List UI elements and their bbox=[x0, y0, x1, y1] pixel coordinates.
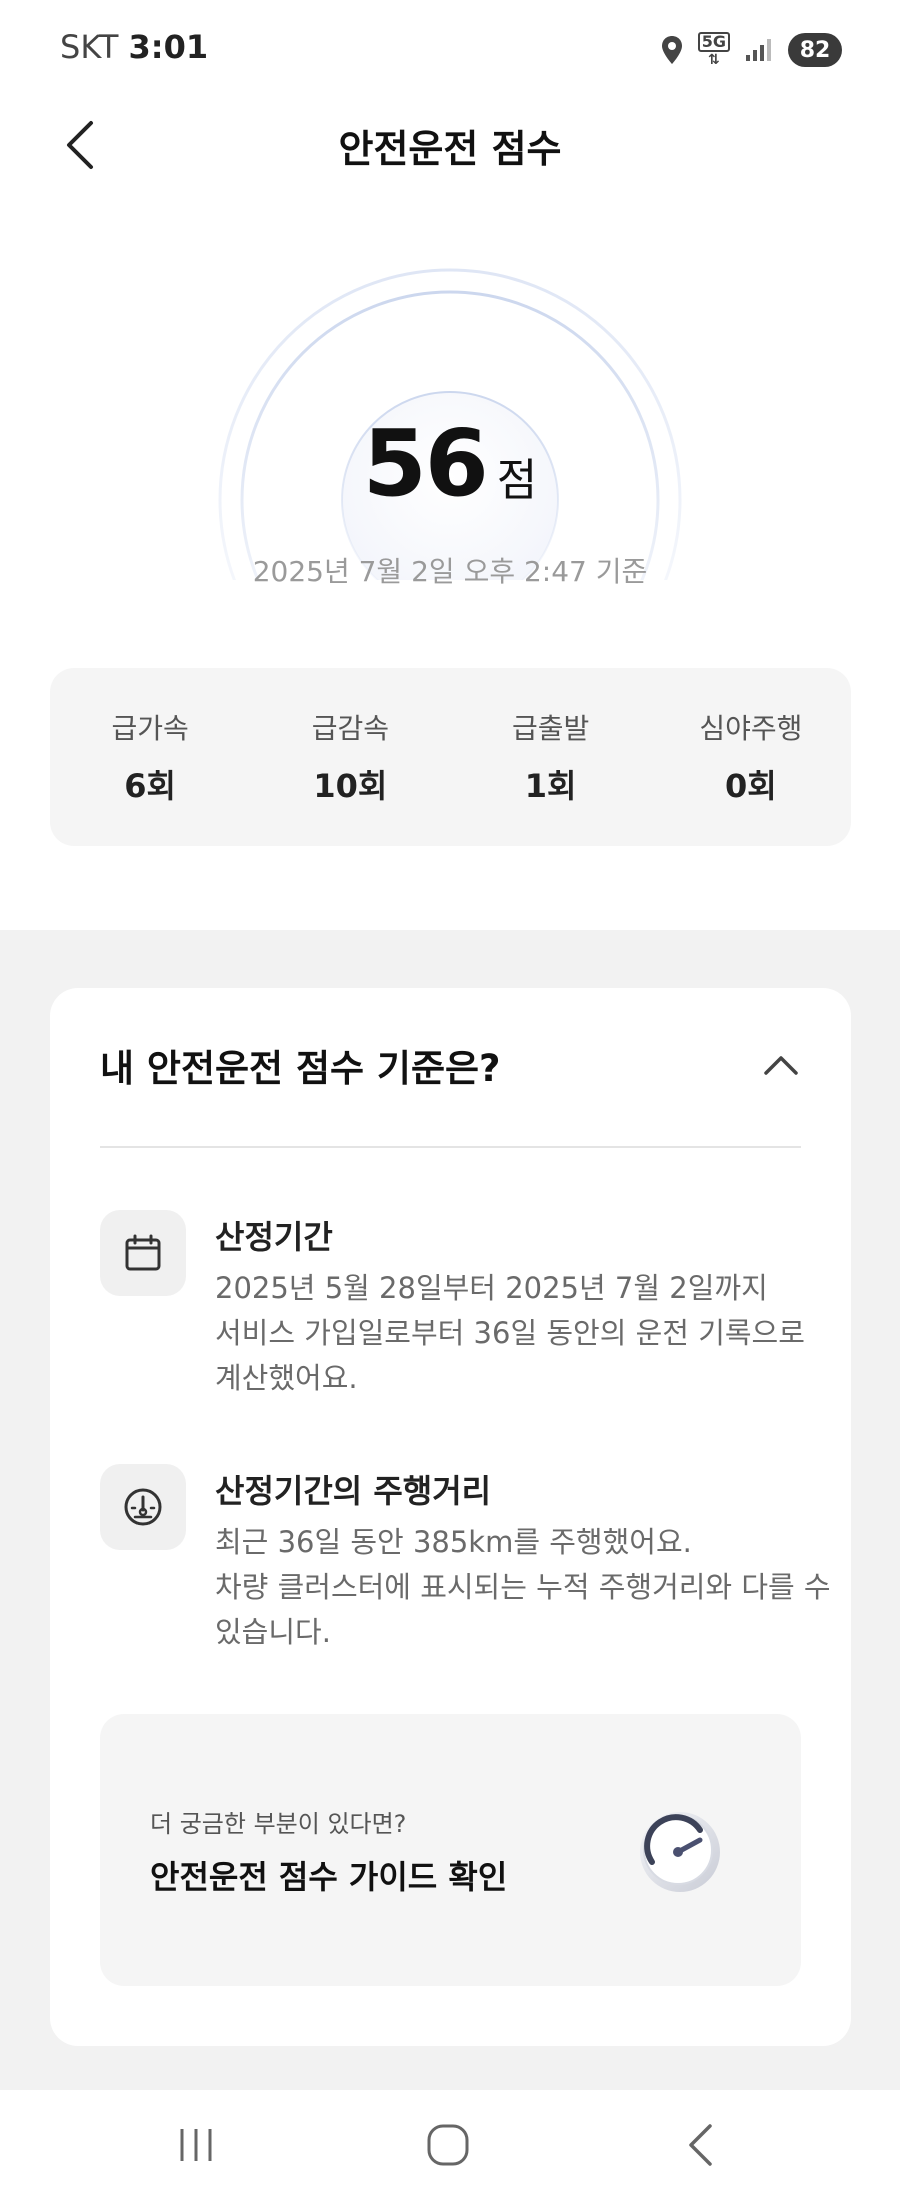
criteria-title[interactable]: 내 안전운전 점수 기준은? bbox=[100, 1038, 501, 1092]
stat-rapid-start: 급출발 1회 bbox=[451, 668, 651, 846]
stat-rapid-acceleration: 급가속 6회 bbox=[50, 668, 250, 846]
stat-value: 10회 bbox=[313, 767, 388, 805]
collapse-button[interactable] bbox=[756, 1040, 806, 1090]
event-stats-panel: 급가속 6회 급감속 10회 급출발 1회 심야주행 0회 bbox=[50, 668, 851, 846]
network-label: 5G bbox=[697, 32, 730, 52]
text-line: 있습니다. bbox=[215, 1615, 331, 1649]
stat-value: 0회 bbox=[725, 767, 777, 805]
stat-label: 급출발 bbox=[511, 712, 590, 745]
item-title-distance: 산정기간의 주행거리 bbox=[215, 1472, 492, 1510]
stat-label: 심야주행 bbox=[699, 712, 803, 745]
text-line: 차량 클러스터에 표시되는 누적 주행거리와 다를 수 bbox=[215, 1570, 831, 1604]
gauge-icon bbox=[640, 1812, 720, 1892]
back-nav-button[interactable] bbox=[660, 2112, 740, 2178]
status-icons: 5G ⇅ 82 bbox=[660, 30, 842, 70]
text-line: 서비스 가입일로부터 36일 동안의 운전 기록으로 bbox=[215, 1316, 805, 1350]
stat-value: 1회 bbox=[524, 767, 577, 805]
home-button[interactable] bbox=[408, 2112, 488, 2178]
score-value: 56 bbox=[362, 410, 489, 517]
stat-value: 6회 bbox=[124, 767, 176, 805]
score-timestamp: 2025년 7월 2일 오후 2:47 기준 bbox=[252, 555, 648, 588]
calendar-icon-box bbox=[100, 1210, 186, 1296]
recents-button[interactable] bbox=[156, 2112, 236, 2178]
guide-subtitle: 더 궁금한 부분이 있다면? bbox=[150, 1810, 407, 1838]
chevron-up-icon bbox=[764, 1056, 798, 1075]
location-icon bbox=[661, 36, 682, 64]
stat-label: 급감속 bbox=[311, 712, 390, 745]
guide-title[interactable]: 안전운전 점수 가이드 확인 bbox=[150, 1852, 507, 1898]
recents-icon bbox=[180, 2129, 212, 2161]
item-title-period: 산정기간 bbox=[215, 1218, 333, 1256]
item-text-period: 2025년 5월 28일부터 2025년 7월 2일까지 서비스 가입일로부터 … bbox=[215, 1266, 805, 1401]
status-carrier-time: SKT 3:01 bbox=[60, 28, 208, 66]
page-title: 안전운전 점수 bbox=[338, 127, 562, 171]
card-divider bbox=[100, 1146, 801, 1148]
stat-night-driving: 심야주행 0회 bbox=[651, 668, 851, 846]
item-text-distance: 최근 36일 동안 385km를 주행했어요. 차량 클러스터에 표시되는 누적… bbox=[215, 1520, 831, 1655]
speedometer-icon bbox=[124, 1488, 162, 1526]
score-display: 56 점 bbox=[0, 410, 900, 517]
text-line: 계산했어요. bbox=[215, 1361, 358, 1395]
battery-icon: 82 bbox=[788, 33, 842, 67]
text-line: 최근 36일 동안 385km를 주행했어요. bbox=[215, 1525, 692, 1559]
5g-icon: 5G ⇅ bbox=[697, 32, 730, 68]
clock: 3:01 bbox=[128, 28, 209, 66]
calendar-icon bbox=[125, 1234, 161, 1271]
carrier-label: SKT bbox=[60, 28, 119, 66]
signal-icon bbox=[746, 39, 771, 61]
score-unit: 점 bbox=[496, 455, 538, 506]
stat-rapid-deceleration: 급감속 10회 bbox=[250, 668, 450, 846]
back-icon bbox=[689, 2124, 712, 2166]
text-line: 2025년 5월 28일부터 2025년 7월 2일까지 bbox=[215, 1271, 768, 1305]
speedometer-icon-box bbox=[100, 1464, 186, 1550]
stat-label: 급가속 bbox=[111, 712, 189, 745]
data-arrows: ⇅ bbox=[708, 52, 720, 68]
home-icon bbox=[427, 2124, 469, 2166]
